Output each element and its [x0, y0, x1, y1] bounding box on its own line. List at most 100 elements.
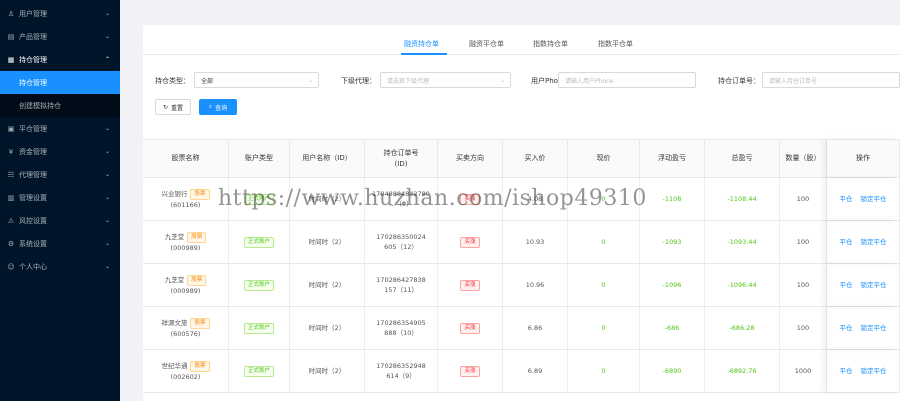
lock-close-link[interactable]: 锁定平仓: [861, 237, 887, 247]
account-type-tag: 正式账户: [243, 365, 274, 377]
tab-financing-position[interactable]: 融资持仓单: [404, 39, 439, 49]
order-id-line1: 170286354905: [376, 319, 426, 327]
sidebar-item-admin[interactable]: ▥ 管理设置 ⌄: [0, 186, 120, 209]
close-position-link[interactable]: 平仓: [840, 280, 853, 290]
order-id-line1: 170286427838: [376, 276, 426, 284]
cell-order: 170286427838 157（11）: [365, 264, 438, 306]
search-icon: ⌕: [208, 103, 213, 110]
query-button[interactable]: ⌕ 查询: [199, 99, 237, 115]
cell-operations: 平仓 锁定平仓: [827, 178, 900, 220]
cell-account: 正式账户: [229, 350, 290, 392]
header-order-no-line1: 持仓订单号: [383, 148, 419, 157]
tab-financing-close[interactable]: 融资平仓单: [469, 39, 504, 49]
stock-type-tag: 股票: [187, 274, 207, 286]
phone-input[interactable]: 请输入用户Phone: [558, 72, 696, 88]
cell-total-pl: -1093.44: [705, 221, 780, 263]
reset-button[interactable]: ↻ 重置: [155, 99, 191, 115]
lock-close-link[interactable]: 锁定平仓: [861, 194, 887, 204]
lock-close-link[interactable]: 锁定平仓: [861, 323, 887, 333]
stock-code: (002602): [170, 372, 201, 381]
cell-quantity: 1000: [780, 350, 827, 392]
stock-type-tag: 股票: [187, 231, 207, 243]
close-position-link[interactable]: 平仓: [840, 366, 853, 376]
cell-direction: 买涨: [438, 221, 503, 263]
sidebar-subitem-create-sim-position[interactable]: 创建模拟持仓: [0, 94, 120, 117]
sidebar-item-profile[interactable]: ☺ 个人中心 ⌄: [0, 255, 120, 278]
tab-index-close[interactable]: 指数平仓单: [598, 39, 633, 49]
order-id-line2: ...（9）: [389, 200, 413, 208]
sidebar-item-products[interactable]: ▤ 产品管理 ⌄: [0, 25, 120, 48]
sidebar-item-close-positions[interactable]: ▣ 平仓管理 ⌄: [0, 117, 120, 140]
cell-quantity: 100: [780, 221, 827, 263]
chevron-down-icon: ⌄: [104, 263, 110, 270]
order-id-line2: 888（10）: [384, 329, 418, 337]
cell-direction: 买涨: [438, 350, 503, 392]
cell-quantity: 100: [780, 264, 827, 306]
stock-code: (601166): [170, 200, 201, 209]
cell-direction: 买涨: [438, 264, 503, 306]
header-account-type: 账户类型: [229, 140, 290, 177]
sidebar-item-system[interactable]: ⚙ 系统设置 ⌄: [0, 232, 120, 255]
order-input[interactable]: 请输入持仓订单号: [762, 72, 900, 88]
cell-order: 170286350024 605（12）: [365, 221, 438, 263]
sidebar-item-positions[interactable]: ▦ 持仓管理 ⌃: [0, 48, 120, 71]
risk-icon: ⚠: [7, 216, 15, 225]
chevron-down-icon: ⌄: [104, 148, 110, 155]
stock-name: 九芝堂: [164, 276, 185, 284]
cell-order: 17048884842780 ...（9）: [365, 178, 438, 220]
chevron-up-icon: ⌃: [104, 56, 110, 63]
direction-tag: 买涨: [460, 279, 480, 291]
table-row: 兴业银行 股票 (601166) 正式账户 时间时（2） 17048884842780..…: [143, 178, 900, 221]
cell-account: 正式账户: [229, 264, 290, 306]
lock-close-link[interactable]: 锁定平仓: [861, 280, 887, 290]
cell-operations: 平仓 锁定平仓: [827, 264, 900, 306]
agent-select[interactable]: 请选择下级代理 ⌄: [380, 72, 511, 88]
cell-current-price: 0: [568, 350, 640, 392]
header-total-pl: 总盈亏: [705, 140, 780, 177]
cell-user: 时间时（2）: [290, 307, 365, 349]
account-type-tag: 正式账户: [243, 279, 274, 291]
table-row: 九芝堂 股票 (000989) 正式账户 时间时（2） 170286350024 605（1…: [143, 221, 900, 264]
chevron-down-icon: ⌄: [104, 194, 110, 201]
account-type-tag: 正式账户: [243, 322, 274, 334]
sidebar-item-users[interactable]: ♙ 用户管理 ⌄: [0, 2, 120, 25]
cell-floating-pl: -1093: [640, 221, 705, 263]
cell-order: 170286354905 888（10）: [365, 307, 438, 349]
cell-operations: 平仓 锁定平仓: [827, 221, 900, 263]
order-id-line2: 157（11）: [384, 286, 418, 294]
chevron-down-icon: ⌄: [104, 217, 110, 224]
person-icon: ☺: [7, 262, 15, 271]
close-position-link[interactable]: 平仓: [840, 323, 853, 333]
tab-index-position[interactable]: 指数持仓单: [533, 39, 568, 49]
cell-quantity: 100: [780, 178, 827, 220]
setting-icon: ⚙: [7, 239, 15, 248]
sidebar-subitem-position-manage[interactable]: 持仓管理: [0, 71, 120, 94]
sidebar-item-risk[interactable]: ⚠ 风控设置 ⌄: [0, 209, 120, 232]
cell-current-price: 0: [568, 178, 640, 220]
position-type-select[interactable]: 全部 ⌄: [194, 72, 319, 88]
sidebar-item-funds[interactable]: ¥ 资金管理 ⌄: [0, 140, 120, 163]
lock-close-link[interactable]: 锁定平仓: [861, 366, 887, 376]
tab-bar: 融资持仓单 融资平仓单 指数持仓单 指数平仓单: [143, 35, 900, 55]
cell-direction: 买涨: [438, 178, 503, 220]
cell-floating-pl: -1096: [640, 264, 705, 306]
cell-user: 时间时（2）: [290, 264, 365, 306]
positions-table: 股票名称 账户类型 用户名称（ID） 持仓订单号 (ID) 买卖方向 买入价 现…: [143, 139, 900, 393]
stock-code: (600576): [170, 329, 201, 338]
cell-operations: 平仓 锁定平仓: [827, 307, 900, 349]
stock-code: (000989): [170, 286, 201, 295]
cell-stock: 祥源文旅 股票 (600576): [143, 307, 229, 349]
content-card: 融资持仓单 融资平仓单 指数持仓单 指数平仓单 持仓类型： 全部 ⌄ 下级代理：…: [143, 25, 900, 401]
cell-buy-price: 10.93: [503, 221, 568, 263]
table-row: 九芝堂 股票 (000989) 正式账户 时间时（2） 170286427838 157（1…: [143, 264, 900, 307]
close-position-link[interactable]: 平仓: [840, 237, 853, 247]
stock-type-tag: 股票: [190, 360, 210, 372]
cell-user: 时间时（2）: [290, 221, 365, 263]
header-order-no: 持仓订单号 (ID): [365, 140, 438, 177]
agent-icon: ☷: [7, 170, 15, 179]
stock-name: 九芝堂: [164, 233, 185, 241]
close-position-link[interactable]: 平仓: [840, 194, 853, 204]
product-icon: ▤: [7, 32, 15, 41]
sidebar-item-label: 风控设置: [19, 216, 47, 225]
sidebar-item-agents[interactable]: ☷ 代理管理 ⌄: [0, 163, 120, 186]
